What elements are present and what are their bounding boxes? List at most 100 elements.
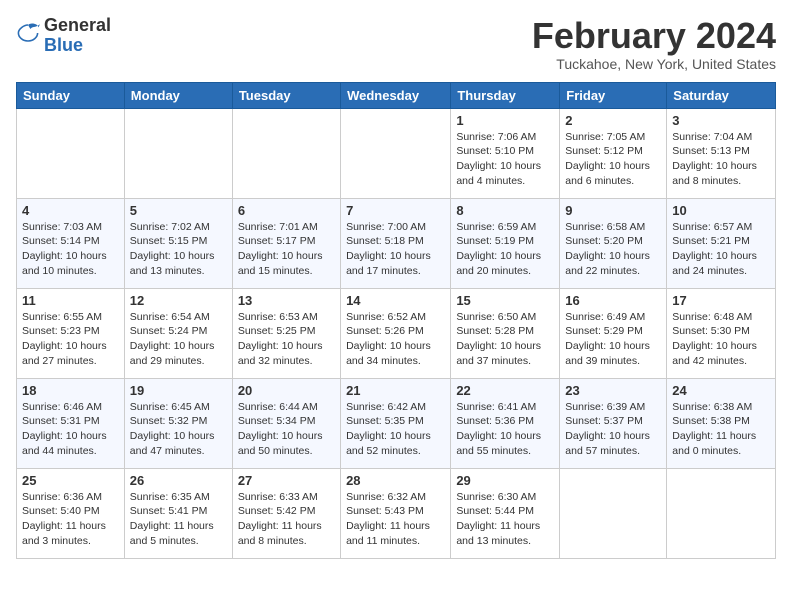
day-info: Sunrise: 6:50 AM Sunset: 5:28 PM Dayligh… (456, 310, 554, 369)
day-number: 1 (456, 113, 554, 128)
day-info: Sunrise: 6:44 AM Sunset: 5:34 PM Dayligh… (238, 400, 335, 459)
weekday-header-wednesday: Wednesday (341, 82, 451, 108)
day-number: 5 (130, 203, 227, 218)
calendar-table: SundayMondayTuesdayWednesdayThursdayFrid… (16, 82, 776, 559)
calendar-cell: 12 Sunrise: 6:54 AM Sunset: 5:24 PM Dayli… (124, 288, 232, 378)
calendar-week-1: 1 Sunrise: 7:06 AM Sunset: 5:10 PM Daylig… (17, 108, 776, 198)
calendar-cell: 13Sunrise: 6:53 AM Sunset: 5:25 PM Dayli… (232, 288, 340, 378)
calendar-cell: 14 Sunrise: 6:52 AM Sunset: 5:26 PM Dayli… (341, 288, 451, 378)
calendar-cell: 27 Sunrise: 6:33 AM Sunset: 5:42 PM Dayli… (232, 468, 340, 558)
calendar-cell: 15Sunrise: 6:50 AM Sunset: 5:28 PM Dayli… (451, 288, 560, 378)
page-header: General Blue February 2024 Tuckahoe, New… (16, 16, 776, 72)
day-info: Sunrise: 6:39 AM Sunset: 5:37 PM Dayligh… (565, 400, 661, 459)
day-number: 19 (130, 383, 227, 398)
logo-bird-icon (16, 21, 40, 45)
day-number: 28 (346, 473, 445, 488)
calendar-cell (560, 468, 667, 558)
calendar-cell (124, 108, 232, 198)
day-number: 21 (346, 383, 445, 398)
calendar-cell: 18 Sunrise: 6:46 AM Sunset: 5:31 PM Dayli… (17, 378, 125, 468)
calendar-cell: 20 Sunrise: 6:44 AM Sunset: 5:34 PM Dayli… (232, 378, 340, 468)
calendar-week-2: 4Sunrise: 7:03 AM Sunset: 5:14 PM Daylig… (17, 198, 776, 288)
month-year-title: February 2024 (532, 16, 776, 56)
calendar-cell (667, 468, 776, 558)
calendar-cell: 5 Sunrise: 7:02 AM Sunset: 5:15 PM Daylig… (124, 198, 232, 288)
day-info: Sunrise: 6:35 AM Sunset: 5:41 PM Dayligh… (130, 490, 227, 549)
day-info: Sunrise: 6:53 AM Sunset: 5:25 PM Dayligh… (238, 310, 335, 369)
day-info: Sunrise: 6:52 AM Sunset: 5:26 PM Dayligh… (346, 310, 445, 369)
day-number: 25 (22, 473, 119, 488)
calendar-cell (341, 108, 451, 198)
day-info: Sunrise: 6:45 AM Sunset: 5:32 PM Dayligh… (130, 400, 227, 459)
calendar-cell: 24 Sunrise: 6:38 AM Sunset: 5:38 PM Dayli… (667, 378, 776, 468)
day-info: Sunrise: 6:58 AM Sunset: 5:20 PM Dayligh… (565, 220, 661, 279)
day-number: 10 (672, 203, 770, 218)
day-number: 26 (130, 473, 227, 488)
calendar-cell: 6 Sunrise: 7:01 AM Sunset: 5:17 PM Daylig… (232, 198, 340, 288)
calendar-cell: 26 Sunrise: 6:35 AM Sunset: 5:41 PM Dayli… (124, 468, 232, 558)
day-number: 3 (672, 113, 770, 128)
weekday-header-tuesday: Tuesday (232, 82, 340, 108)
day-number: 18 (22, 383, 119, 398)
day-info: Sunrise: 7:02 AM Sunset: 5:15 PM Dayligh… (130, 220, 227, 279)
day-number: 16 (565, 293, 661, 308)
calendar-cell: 29Sunrise: 6:30 AM Sunset: 5:44 PM Dayli… (451, 468, 560, 558)
day-number: 4 (22, 203, 119, 218)
day-number: 2 (565, 113, 661, 128)
calendar-cell: 4Sunrise: 7:03 AM Sunset: 5:14 PM Daylig… (17, 198, 125, 288)
day-info: Sunrise: 6:41 AM Sunset: 5:36 PM Dayligh… (456, 400, 554, 459)
calendar-cell: 25 Sunrise: 6:36 AM Sunset: 5:40 PM Dayli… (17, 468, 125, 558)
day-info: Sunrise: 6:54 AM Sunset: 5:24 PM Dayligh… (130, 310, 227, 369)
calendar-cell: 11Sunrise: 6:55 AM Sunset: 5:23 PM Dayli… (17, 288, 125, 378)
day-number: 23 (565, 383, 661, 398)
day-info: Sunrise: 6:33 AM Sunset: 5:42 PM Dayligh… (238, 490, 335, 549)
title-block: February 2024 Tuckahoe, New York, United… (532, 16, 776, 72)
day-info: Sunrise: 6:59 AM Sunset: 5:19 PM Dayligh… (456, 220, 554, 279)
calendar-cell: 1 Sunrise: 7:06 AM Sunset: 5:10 PM Daylig… (451, 108, 560, 198)
calendar-cell: 28 Sunrise: 6:32 AM Sunset: 5:43 PM Dayli… (341, 468, 451, 558)
day-info: Sunrise: 6:36 AM Sunset: 5:40 PM Dayligh… (22, 490, 119, 549)
day-number: 9 (565, 203, 661, 218)
calendar-cell: 10 Sunrise: 6:57 AM Sunset: 5:21 PM Dayli… (667, 198, 776, 288)
calendar-cell: 17 Sunrise: 6:48 AM Sunset: 5:30 PM Dayli… (667, 288, 776, 378)
day-info: Sunrise: 7:06 AM Sunset: 5:10 PM Dayligh… (456, 130, 554, 189)
calendar-week-3: 11Sunrise: 6:55 AM Sunset: 5:23 PM Dayli… (17, 288, 776, 378)
calendar-cell (17, 108, 125, 198)
weekday-header-monday: Monday (124, 82, 232, 108)
day-number: 17 (672, 293, 770, 308)
day-info: Sunrise: 6:57 AM Sunset: 5:21 PM Dayligh… (672, 220, 770, 279)
day-number: 20 (238, 383, 335, 398)
day-number: 6 (238, 203, 335, 218)
day-info: Sunrise: 6:49 AM Sunset: 5:29 PM Dayligh… (565, 310, 661, 369)
calendar-cell: 23 Sunrise: 6:39 AM Sunset: 5:37 PM Dayli… (560, 378, 667, 468)
calendar-cell: 21 Sunrise: 6:42 AM Sunset: 5:35 PM Dayli… (341, 378, 451, 468)
day-number: 11 (22, 293, 119, 308)
day-number: 12 (130, 293, 227, 308)
day-info: Sunrise: 7:01 AM Sunset: 5:17 PM Dayligh… (238, 220, 335, 279)
weekday-header-thursday: Thursday (451, 82, 560, 108)
calendar-cell: 8 Sunrise: 6:59 AM Sunset: 5:19 PM Daylig… (451, 198, 560, 288)
day-number: 14 (346, 293, 445, 308)
day-info: Sunrise: 6:30 AM Sunset: 5:44 PM Dayligh… (456, 490, 554, 549)
calendar-week-4: 18 Sunrise: 6:46 AM Sunset: 5:31 PM Dayli… (17, 378, 776, 468)
day-info: Sunrise: 6:38 AM Sunset: 5:38 PM Dayligh… (672, 400, 770, 459)
day-info: Sunrise: 7:05 AM Sunset: 5:12 PM Dayligh… (565, 130, 661, 189)
location-subtitle: Tuckahoe, New York, United States (532, 56, 776, 72)
day-info: Sunrise: 6:46 AM Sunset: 5:31 PM Dayligh… (22, 400, 119, 459)
day-number: 8 (456, 203, 554, 218)
logo: General Blue (16, 16, 111, 56)
day-number: 22 (456, 383, 554, 398)
day-info: Sunrise: 6:48 AM Sunset: 5:30 PM Dayligh… (672, 310, 770, 369)
day-info: Sunrise: 6:42 AM Sunset: 5:35 PM Dayligh… (346, 400, 445, 459)
day-number: 24 (672, 383, 770, 398)
calendar-week-5: 25 Sunrise: 6:36 AM Sunset: 5:40 PM Dayli… (17, 468, 776, 558)
weekday-header-sunday: Sunday (17, 82, 125, 108)
day-number: 27 (238, 473, 335, 488)
calendar-cell: 22 Sunrise: 6:41 AM Sunset: 5:36 PM Dayli… (451, 378, 560, 468)
day-info: Sunrise: 7:04 AM Sunset: 5:13 PM Dayligh… (672, 130, 770, 189)
day-info: Sunrise: 6:32 AM Sunset: 5:43 PM Dayligh… (346, 490, 445, 549)
weekday-header-saturday: Saturday (667, 82, 776, 108)
weekday-header-friday: Friday (560, 82, 667, 108)
calendar-cell: 9 Sunrise: 6:58 AM Sunset: 5:20 PM Daylig… (560, 198, 667, 288)
day-info: Sunrise: 7:00 AM Sunset: 5:18 PM Dayligh… (346, 220, 445, 279)
